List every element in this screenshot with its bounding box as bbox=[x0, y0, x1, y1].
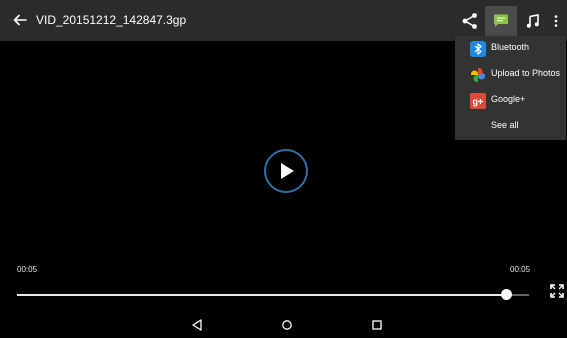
share-menu-label: Bluetooth bbox=[491, 42, 530, 52]
share-menu-item-see-all[interactable]: See all bbox=[455, 114, 566, 140]
play-icon bbox=[281, 163, 294, 179]
nav-recents-button[interactable] bbox=[369, 317, 385, 333]
fullscreen-button[interactable] bbox=[550, 284, 564, 298]
back-arrow-icon[interactable] bbox=[10, 10, 30, 30]
video-title: VID_20151212_142847.3gp bbox=[36, 13, 187, 27]
recents-square-icon bbox=[372, 320, 382, 330]
music-icon bbox=[526, 14, 539, 28]
nav-home-button[interactable] bbox=[279, 317, 295, 333]
share-menu-item-google-plus[interactable]: g Google+ bbox=[455, 88, 566, 114]
svg-text:g: g bbox=[473, 97, 479, 107]
seek-bar[interactable] bbox=[17, 289, 529, 300]
google-plus-icon: g bbox=[470, 93, 486, 109]
total-time: 00:05 bbox=[510, 265, 531, 274]
action-bar: VID_20151212_142847.3gp bbox=[0, 0, 567, 41]
share-menu-label: Google+ bbox=[491, 94, 526, 104]
bluetooth-icon bbox=[470, 41, 486, 57]
system-navigation-bar bbox=[0, 313, 567, 336]
fullscreen-icon bbox=[550, 284, 564, 298]
share-menu-label: See all bbox=[491, 120, 519, 130]
share-icon bbox=[462, 13, 477, 29]
back-triangle-icon bbox=[192, 319, 202, 331]
play-button[interactable] bbox=[264, 149, 308, 193]
seek-bar-progress bbox=[17, 294, 507, 296]
music-button[interactable] bbox=[517, 6, 549, 36]
share-menu: Bluetooth Upload to Photos g Google+ See… bbox=[455, 36, 566, 140]
current-time: 00:05 bbox=[17, 265, 38, 274]
overflow-menu-button[interactable] bbox=[549, 6, 563, 36]
message-share-button[interactable] bbox=[485, 6, 517, 36]
nav-back-button[interactable] bbox=[189, 317, 205, 333]
photos-pinwheel-icon bbox=[471, 68, 485, 82]
share-menu-label: Upload to Photos bbox=[491, 68, 561, 78]
home-circle-icon bbox=[282, 320, 292, 330]
message-icon bbox=[494, 14, 508, 27]
share-button[interactable] bbox=[455, 6, 485, 36]
share-menu-item-upload-to-photos[interactable]: Upload to Photos bbox=[455, 62, 566, 88]
share-menu-item-bluetooth[interactable]: Bluetooth bbox=[455, 36, 566, 62]
more-vert-icon bbox=[554, 15, 558, 27]
seek-bar-thumb[interactable] bbox=[501, 289, 513, 300]
